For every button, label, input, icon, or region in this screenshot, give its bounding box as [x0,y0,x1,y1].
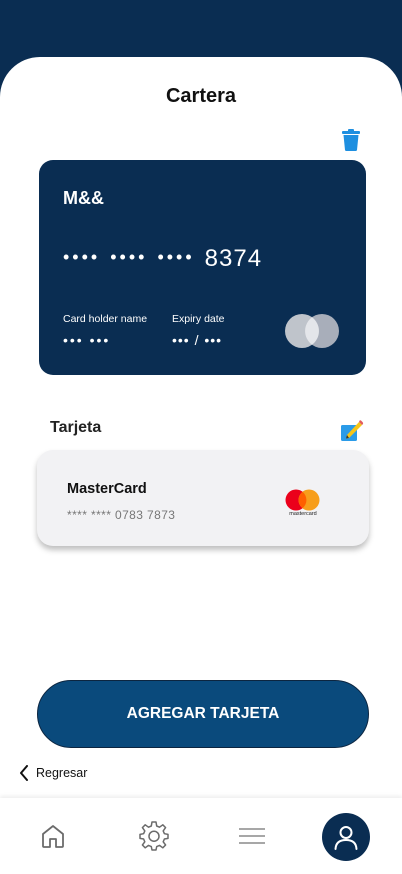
expiry-label: Expiry date [172,313,225,325]
trash-icon [342,129,360,151]
back-link[interactable]: Regresar [18,765,87,781]
edit-card-button[interactable] [340,419,364,443]
back-label: Regresar [36,766,88,780]
saved-card-brand: MasterCard [67,481,147,497]
expiry-value: ••• / ••• [172,332,223,348]
page-title: Cartera [165,85,237,107]
mastercard-logo-text: mastercard [289,511,317,517]
holder-label: Card holder name [63,313,148,325]
nav-home[interactable] [29,812,77,860]
gear-icon [139,821,169,851]
bank-name: M&& [63,188,104,208]
add-card-button[interactable]: AGREGAR TARJETA [37,680,369,748]
card-network-logo-icon [285,314,339,348]
home-icon [42,825,64,848]
bottom-navigation [0,798,402,874]
nav-settings[interactable] [130,812,178,860]
nav-profile[interactable] [322,813,370,861]
nav-menu[interactable] [228,812,276,860]
masked-group: •••• [110,247,148,267]
delete-card-button[interactable] [340,128,362,152]
bank-card[interactable]: M&& •••• •••• •••• 8374 Card holder name ••… [39,160,366,375]
section-title: Tarjeta [50,419,102,436]
user-icon [334,826,358,850]
chevron-left-icon [20,765,28,781]
card-number: •••• •••• •••• 8374 [63,245,262,273]
masked-group: •••• [63,247,101,267]
card-last-digits: 8374 [204,245,263,272]
holder-value: ••• ••• [63,332,111,348]
masked-group: •••• [157,247,195,267]
saved-card-item[interactable]: MasterCard **** **** 0783 7873 mastercar… [37,450,369,546]
edit-icon [341,420,364,441]
menu-icon [239,828,265,844]
saved-card-number: **** **** 0783 7873 [67,508,176,522]
